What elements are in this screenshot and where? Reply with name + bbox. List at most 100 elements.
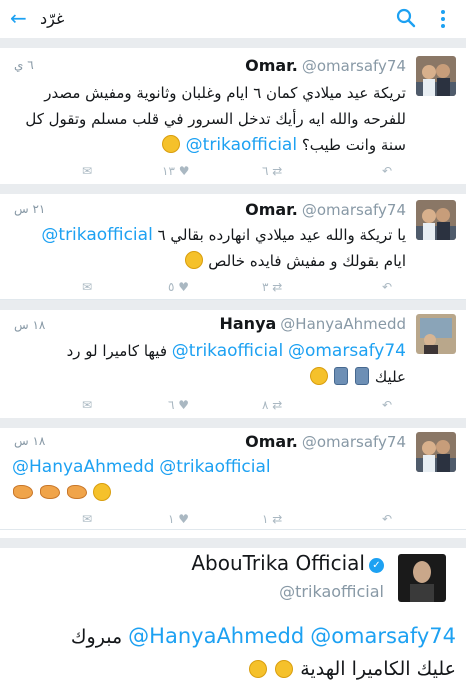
verified-badge-icon: ✓	[369, 558, 384, 573]
tweet-time: ١٨ س	[14, 434, 46, 448]
tweet-card[interactable]: Omar. @omarsafy74 ١٨ س @HanyaAhmedd @trik…	[0, 418, 466, 530]
user-name[interactable]: AbouTrika Official	[191, 551, 365, 575]
reply-icon[interactable]: ↶	[382, 164, 392, 178]
emoji-hand-icon	[39, 485, 60, 499]
reply-icon[interactable]: ↶	[382, 398, 392, 412]
tweet-line-text: سنة وانت طيب؟	[301, 136, 406, 154]
search-icon[interactable]	[395, 7, 417, 29]
user-handle[interactable]: @trikaofficial	[279, 582, 384, 601]
retweet-button[interactable]: ١ ⇄	[262, 512, 282, 526]
dm-icon[interactable]: ✉	[82, 164, 92, 178]
user-name[interactable]: Hanya	[219, 314, 276, 333]
tweet-line: @omarsafy74 @HanyaAhmedd مبروك	[10, 620, 456, 653]
like-button[interactable]: ٥ ♥	[168, 280, 189, 294]
separator	[0, 38, 466, 48]
like-count: ١	[168, 512, 175, 526]
tweet-header: Hanya @HanyaAhmedd	[219, 314, 406, 334]
tweet-line-text: ايام بقولك و مفيش فايده خالص	[208, 252, 406, 270]
tweet-line-text: عليك	[374, 368, 406, 386]
like-button[interactable]: ٦ ♥	[168, 398, 189, 412]
retweet-count: ٨	[262, 398, 269, 412]
like-count: ٦	[168, 398, 175, 412]
emoji-laughing-icon	[93, 483, 112, 501]
emoji-walking-icon	[355, 367, 370, 385]
user-name[interactable]: Omar.	[245, 200, 298, 219]
tweet-line: @omarsafy74 @trikaofficial فيها كاميرا ل…	[12, 338, 406, 364]
user-handle[interactable]: @omarsafy74	[302, 433, 406, 451]
retweet-button[interactable]: ٨ ⇄	[262, 398, 282, 412]
tweet-line-text: فيها كاميرا لو رد	[66, 342, 168, 360]
tweet-card[interactable]: Omar. @omarsafy74 ٦ ي تريكة عيد ميلادي كم…	[0, 38, 466, 185]
separator	[0, 300, 466, 310]
tweet-text: @HanyaAhmedd @trikaofficial	[12, 454, 376, 506]
retweet-count: ٣	[262, 280, 269, 294]
emoji-laughing-icon	[309, 367, 328, 385]
tweet-actions: ↶ ١ ⇄ ١ ♥ ✉	[0, 512, 466, 530]
reply-icon[interactable]: ↶	[382, 512, 392, 526]
tweet-line: @HanyaAhmedd @trikaofficial	[12, 454, 376, 480]
tweet-time: ٢١ س	[14, 202, 46, 216]
tweet-actions: ↶ ٦ ⇄ ١٣ ♥ ✉	[0, 164, 466, 182]
top-bar: ← غرّد	[0, 0, 466, 40]
main-tweet-header: AbouTrika Official ✓	[191, 551, 384, 575]
user-name[interactable]: Omar.	[245, 56, 298, 75]
user-handle[interactable]: @HanyaAhmedd	[280, 315, 406, 333]
tweet-time: ١٨ س	[14, 318, 46, 332]
tweet-line: تريكة عيد ميلادي كمان ٦ ايام وغلبان وثان…	[44, 84, 406, 102]
mention-link[interactable]: @trikaofficial	[41, 225, 152, 245]
emoji-hand-icon	[13, 485, 33, 499]
mention-link[interactable]: @trikaofficial	[159, 457, 270, 477]
avatar[interactable]	[416, 56, 456, 96]
like-button[interactable]: ١ ♥	[168, 512, 189, 526]
tweet-actions: ↶ ٨ ⇄ ٦ ♥ ✉	[0, 398, 466, 416]
like-button[interactable]: ١٣ ♥	[162, 164, 189, 178]
mention-link[interactable]: @trikaofficial	[172, 341, 283, 361]
tweet-header: Omar. @omarsafy74	[245, 56, 406, 76]
avatar[interactable]	[416, 200, 456, 240]
dm-icon[interactable]: ✉	[82, 512, 92, 526]
compose-tweet-link[interactable]: غرّد	[40, 9, 64, 28]
emoji-hand-icon	[66, 485, 87, 499]
tweet-card[interactable]: Hanya @HanyaAhmedd ١٨ س @omarsafy74 @trik…	[0, 300, 466, 420]
user-name[interactable]: Omar.	[245, 432, 298, 451]
emoji-laughing-icon	[249, 660, 268, 678]
tweet-line-text: يا تريكة والله عيد ميلادي انهارده بقالي …	[157, 226, 406, 244]
back-arrow-icon[interactable]: ←	[10, 6, 27, 30]
dm-icon[interactable]: ✉	[82, 398, 92, 412]
like-count: ٥	[168, 280, 175, 294]
tweet-header: Omar. @omarsafy74	[245, 432, 406, 452]
tweet-line: يا تريكة والله عيد ميلادي انهارده بقالي …	[12, 222, 406, 248]
tweet-time: ٦ ي	[14, 58, 34, 72]
tweet-text: تريكة عيد ميلادي كمان ٦ ايام وغلبان وثان…	[12, 80, 406, 158]
separator	[0, 418, 466, 428]
mention-link[interactable]: @trikaofficial	[186, 135, 297, 155]
tweet-card[interactable]: Omar. @omarsafy74 ٢١ س يا تريكة والله عيد…	[0, 184, 466, 300]
avatar[interactable]	[416, 432, 456, 472]
emoji-walking-icon	[334, 367, 349, 385]
retweet-count: ٦	[262, 164, 269, 178]
emoji-laughing-icon	[275, 660, 294, 678]
retweet-button[interactable]: ٦ ⇄	[262, 164, 282, 178]
tweet-line: عليك	[12, 364, 406, 390]
emoji-sad-icon	[184, 251, 203, 269]
mention-link[interactable]: @HanyaAhmedd	[12, 457, 154, 477]
main-tweet-text: @omarsafy74 @HanyaAhmedd مبروك عليك الكا…	[10, 620, 456, 685]
tweet-text: @omarsafy74 @trikaofficial فيها كاميرا ل…	[12, 338, 406, 390]
tweet-line-text: عليك الكاميرا الهدية	[300, 658, 456, 680]
avatar[interactable]	[416, 314, 456, 354]
dm-icon[interactable]: ✉	[82, 280, 92, 294]
tweet-line: ايام بقولك و مفيش فايده خالص	[12, 248, 406, 274]
emoji-angel-icon	[161, 135, 180, 153]
mention-link[interactable]: @omarsafy74	[310, 624, 456, 648]
reply-icon[interactable]: ↶	[382, 280, 392, 294]
user-handle[interactable]: @omarsafy74	[302, 201, 406, 219]
separator	[0, 184, 466, 194]
mention-link[interactable]: @HanyaAhmedd	[128, 624, 304, 648]
tweet-header: Omar. @omarsafy74	[245, 200, 406, 220]
retweet-button[interactable]: ٣ ⇄	[262, 280, 282, 294]
tweet-line-text: مبروك	[70, 626, 123, 648]
avatar[interactable]	[398, 554, 446, 602]
user-handle[interactable]: @omarsafy74	[302, 57, 406, 75]
mention-link[interactable]: @omarsafy74	[288, 341, 406, 361]
more-options-icon[interactable]	[437, 8, 449, 30]
